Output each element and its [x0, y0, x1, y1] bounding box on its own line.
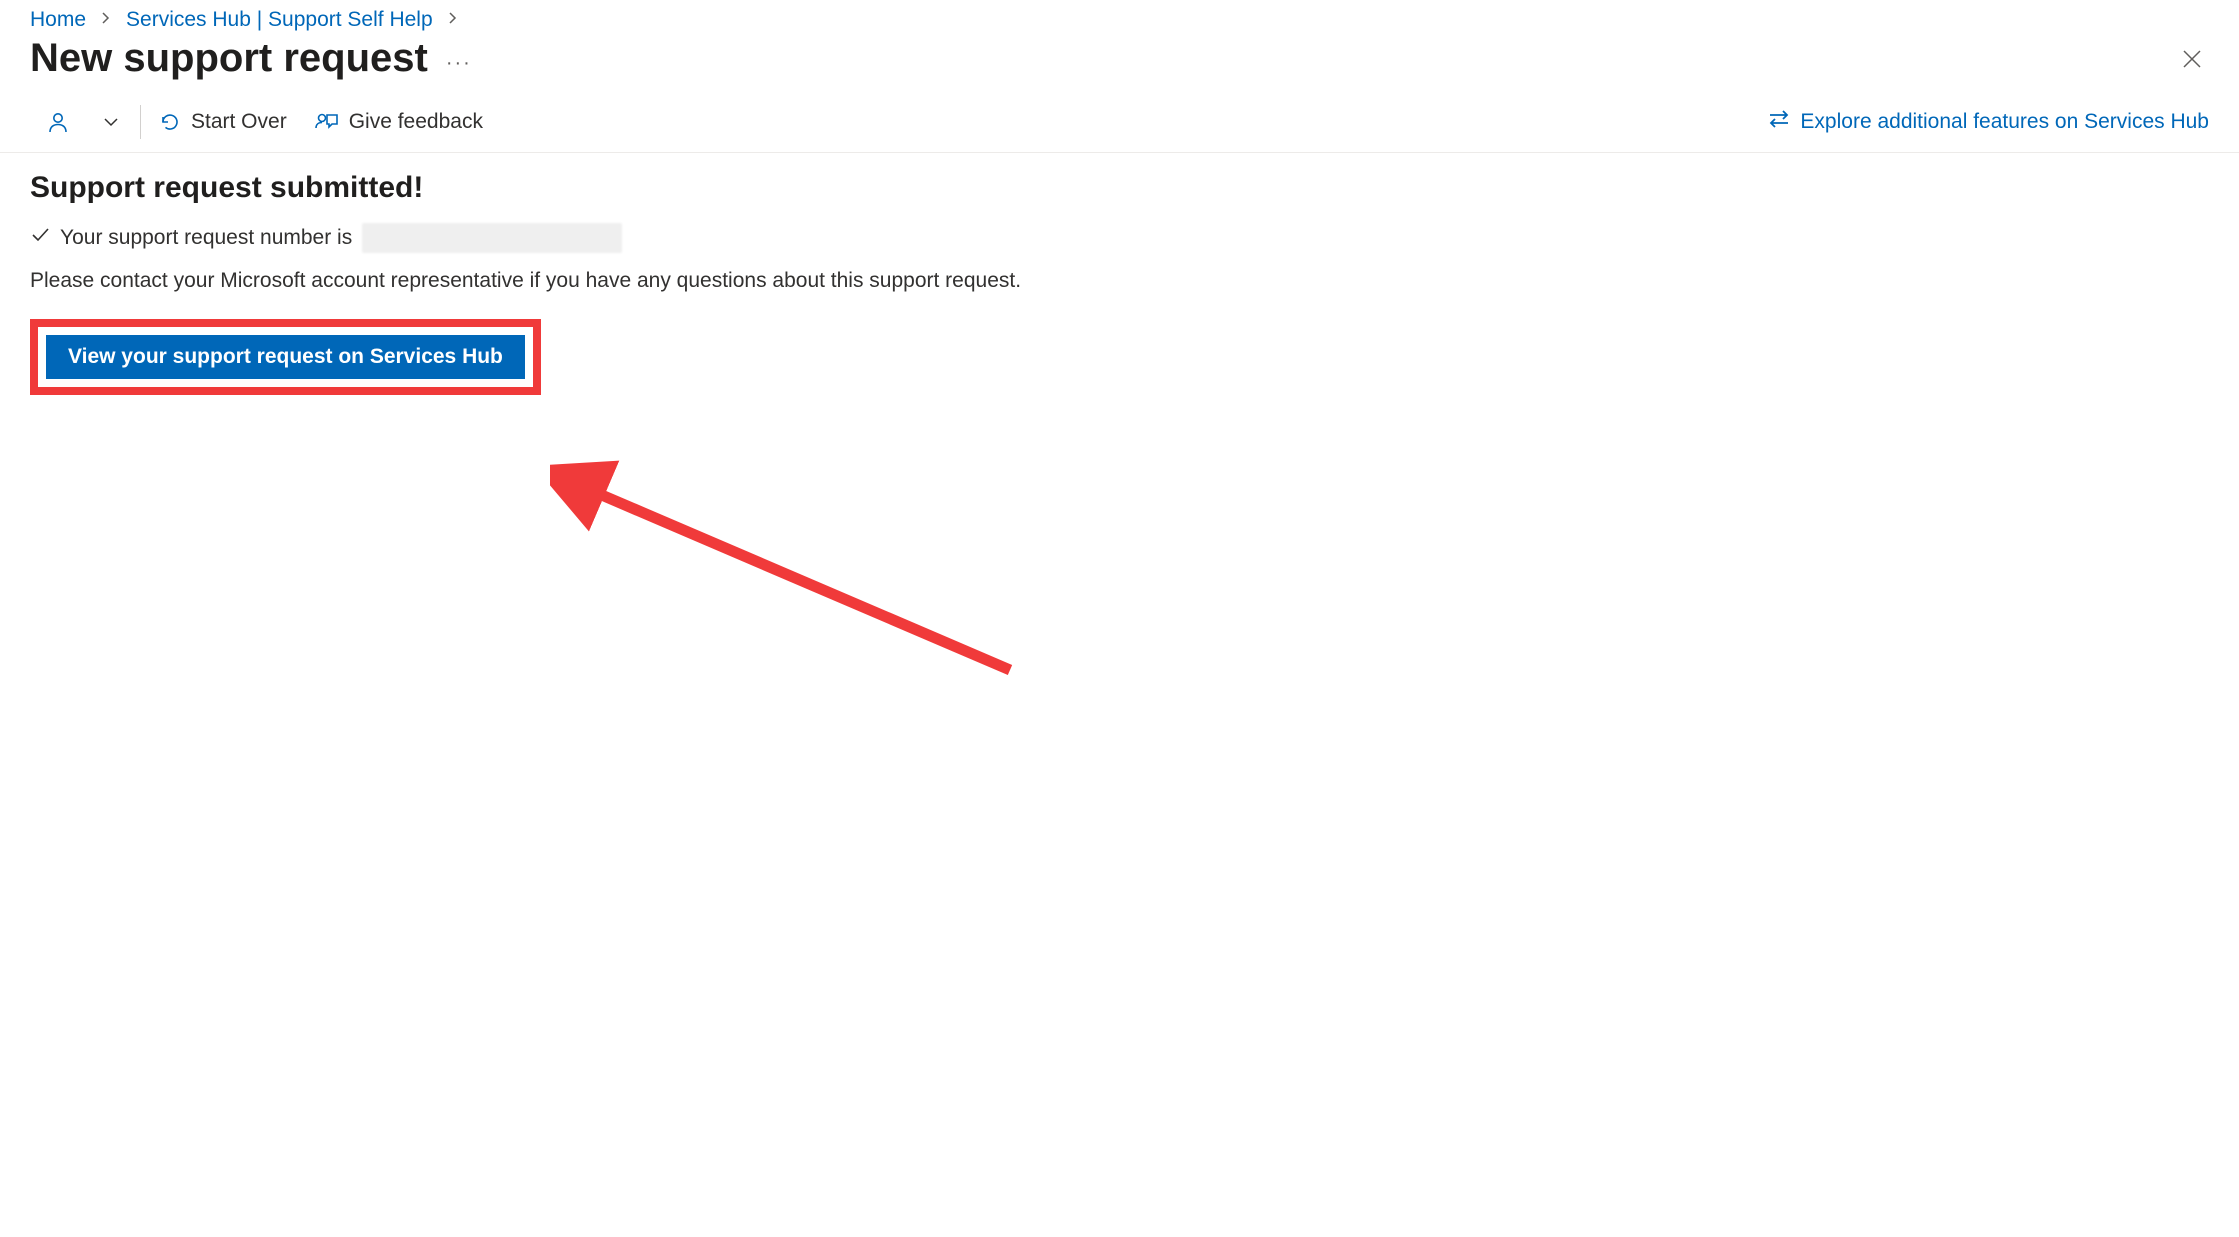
annotation-highlight: View your support request on Services Hu…	[30, 319, 541, 395]
annotation-arrow	[550, 460, 1050, 720]
explore-features-link[interactable]: Explore additional features on Services …	[1768, 109, 2209, 135]
checkmark-icon	[30, 225, 50, 251]
chevron-down-icon	[102, 113, 120, 131]
refresh-icon	[159, 111, 181, 133]
give-feedback-button[interactable]: Give feedback	[301, 91, 497, 152]
content-area: Support request submitted! Your support …	[0, 153, 2239, 413]
give-feedback-label: Give feedback	[349, 110, 483, 134]
divider	[140, 105, 141, 139]
profile-dropdown[interactable]	[86, 91, 136, 152]
submitted-heading: Support request submitted!	[30, 171, 2209, 205]
breadcrumb-services-hub[interactable]: Services Hub | Support Self Help	[126, 8, 433, 32]
chevron-right-icon	[447, 11, 459, 29]
feedback-icon	[315, 111, 339, 133]
confirmation-line: Your support request number is	[30, 223, 2209, 253]
page-title: New support request	[30, 36, 428, 81]
start-over-button[interactable]: Start Over	[145, 91, 301, 152]
breadcrumb-home[interactable]: Home	[30, 8, 86, 32]
request-number-redacted	[362, 223, 622, 253]
user-profile-button[interactable]	[30, 91, 86, 152]
breadcrumb: Home Services Hub | Support Self Help	[0, 0, 2239, 32]
confirmation-text: Your support request number is	[60, 226, 352, 250]
start-over-label: Start Over	[191, 110, 287, 134]
close-icon[interactable]	[2175, 42, 2209, 76]
explore-features-label: Explore additional features on Services …	[1800, 110, 2209, 134]
swap-icon	[1768, 109, 1790, 135]
chevron-right-icon	[100, 11, 112, 29]
person-icon	[46, 110, 70, 134]
title-row: New support request ···	[0, 32, 2239, 91]
help-text: Please contact your Microsoft account re…	[30, 269, 2209, 293]
more-options-icon[interactable]: ···	[446, 42, 472, 75]
view-support-request-button[interactable]: View your support request on Services Hu…	[46, 335, 525, 379]
command-bar: Start Over Give feedback Explore additio…	[0, 91, 2239, 153]
